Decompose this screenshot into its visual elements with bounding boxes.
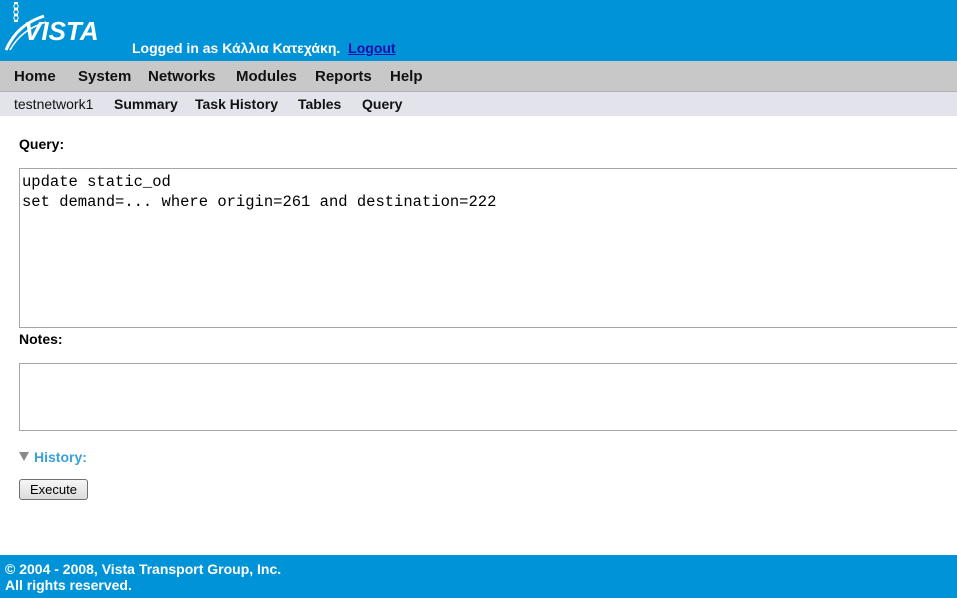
notes-textarea[interactable] <box>19 363 957 431</box>
history-label: History: <box>34 449 87 465</box>
notes-label: Notes: <box>19 331 63 347</box>
nav-networks[interactable]: Networks <box>148 68 216 85</box>
logged-in-text: Logged in as Κάλλια Κατεχάκη. <box>132 40 341 56</box>
sub-nav: testnetwork1 Summary Task History Tables… <box>0 92 957 116</box>
network-name: testnetwork1 <box>14 96 94 112</box>
nav-home[interactable]: Home <box>14 68 56 85</box>
subnav-query[interactable]: Query <box>362 96 402 112</box>
nav-reports[interactable]: Reports <box>315 68 372 85</box>
query-textarea[interactable]: update static_od set demand=... where or… <box>19 168 957 328</box>
vista-logo[interactable]: VISTA <box>4 2 114 52</box>
subnav-summary[interactable]: Summary <box>114 96 178 112</box>
subnav-tables[interactable]: Tables <box>298 96 341 112</box>
footer: © 2004 - 2008, Vista Transport Group, In… <box>0 555 957 598</box>
logo-text: VISTA <box>24 16 99 46</box>
nav-help[interactable]: Help <box>390 68 423 85</box>
copyright-text: © 2004 - 2008, Vista Transport Group, In… <box>5 561 282 577</box>
rights-text: All rights reserved. <box>5 577 132 593</box>
execute-button[interactable]: Execute <box>19 479 88 500</box>
nav-system[interactable]: System <box>78 68 131 85</box>
subnav-task-history[interactable]: Task History <box>195 96 278 112</box>
nav-modules[interactable]: Modules <box>236 68 297 85</box>
login-status: Logged in as Κάλλια Κατεχάκη. Logout <box>132 40 396 56</box>
triangle-down-icon <box>19 452 29 461</box>
header: VISTA Logged in as Κάλλια Κατεχάκη. Logo… <box>0 0 957 61</box>
query-label: Query: <box>19 136 65 152</box>
logout-link[interactable]: Logout <box>348 40 395 56</box>
main-nav: Home System Networks Modules Reports Hel… <box>0 61 957 92</box>
